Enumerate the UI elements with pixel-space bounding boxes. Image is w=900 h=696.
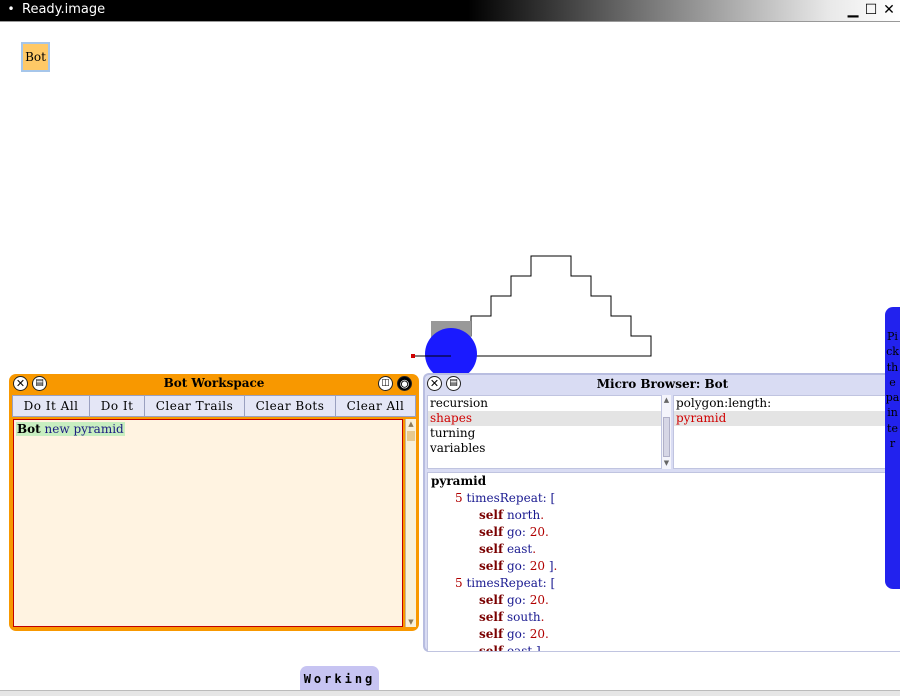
code-bracket: [ bbox=[550, 491, 556, 505]
code-bracket: ] bbox=[532, 644, 541, 652]
code-number: 20 bbox=[529, 525, 546, 539]
scrollbar-thumb[interactable] bbox=[407, 431, 415, 441]
code-self: self bbox=[479, 593, 504, 607]
code-line: self east. bbox=[428, 541, 900, 558]
bot-shadow bbox=[431, 321, 471, 345]
scroll-up-icon[interactable]: ▲ bbox=[407, 420, 415, 428]
method-list: polygon:length: pyramid bbox=[673, 395, 900, 469]
code-message: go: bbox=[506, 627, 526, 641]
code-receiver: Bot bbox=[17, 422, 41, 436]
painter-flap-tab[interactable]: Pick the painter bbox=[885, 307, 900, 589]
code-message: south bbox=[506, 610, 541, 624]
code-period: . bbox=[545, 525, 549, 539]
code-message: timesRepeat: bbox=[466, 491, 547, 505]
code-lines: 5 timesRepeat: [self north. self go: 20. s… bbox=[428, 490, 900, 652]
code-self: self bbox=[479, 610, 504, 624]
method-code-pane[interactable]: pyramid 5 timesRepeat: [self north. self … bbox=[427, 472, 900, 652]
maximize-icon[interactable]: ☐ bbox=[863, 2, 879, 18]
scroll-down-icon[interactable]: ▼ bbox=[407, 618, 415, 626]
workspace-title: Bot Workspace bbox=[163, 376, 265, 390]
bot-workspace-window: ✕ ▤ Bot Workspace ◫ ◉ Do It All Do It Cl… bbox=[9, 374, 419, 631]
code-selector: pyramid bbox=[431, 474, 487, 488]
category-item[interactable]: shapes bbox=[428, 411, 662, 426]
pyramid-trail bbox=[450, 255, 652, 357]
code-message: new bbox=[44, 422, 70, 436]
code-message: go: bbox=[506, 559, 526, 573]
scrollbar-thumb[interactable] bbox=[663, 417, 670, 457]
category-item[interactable]: recursion bbox=[428, 396, 662, 411]
code-message: pyramid bbox=[73, 422, 124, 436]
code-period: . bbox=[540, 610, 545, 624]
code-line: self go: 20. bbox=[428, 524, 900, 541]
scroll-down-icon[interactable]: ▼ bbox=[662, 459, 671, 468]
code-message: go: bbox=[506, 593, 526, 607]
workspace-code: Bot new pyramid bbox=[16, 422, 125, 436]
code-period: . bbox=[532, 542, 537, 556]
code-self: self bbox=[479, 644, 504, 652]
code-line: self go: 20. bbox=[428, 626, 900, 643]
code-self: self bbox=[479, 559, 504, 573]
category-item[interactable]: variables bbox=[428, 441, 662, 456]
close-icon[interactable]: ✕ bbox=[881, 2, 897, 18]
flap-label: Pick the painter bbox=[885, 330, 900, 451]
code-bracket: [ bbox=[550, 576, 556, 590]
code-number: 5 bbox=[455, 491, 463, 505]
code-period: . bbox=[540, 644, 545, 652]
code-line: self go: 20 ]. bbox=[428, 558, 900, 575]
do-it-all-button[interactable]: Do It All bbox=[13, 396, 91, 416]
system-menu-icon[interactable]: • bbox=[4, 1, 18, 19]
code-line: self go: 20. bbox=[428, 592, 900, 609]
method-item[interactable]: pyramid bbox=[674, 411, 900, 426]
clear-all-button[interactable]: Clear All bbox=[336, 396, 415, 416]
category-scrollbar[interactable]: ▲ ▼ bbox=[661, 395, 671, 469]
scroll-up-icon[interactable]: ▲ bbox=[662, 396, 671, 405]
workspace-text-pane[interactable]: Bot new pyramid bbox=[13, 419, 403, 627]
code-self: self bbox=[479, 627, 504, 641]
clear-bots-button[interactable]: Clear Bots bbox=[244, 396, 337, 416]
code-message: timesRepeat: bbox=[466, 576, 547, 590]
code-line: self south. bbox=[428, 609, 900, 626]
code-line: self east ]. bbox=[428, 643, 900, 652]
workspace-toolbar: Do It All Do It Clear Trails Clear Bots … bbox=[12, 395, 416, 417]
code-bracket: ] bbox=[545, 559, 554, 573]
code-line: 5 timesRepeat: [ bbox=[428, 490, 900, 507]
bottom-edge bbox=[0, 690, 900, 696]
micro-browser-window: ✕ ▤ Micro Browser: Bot recursion shapes … bbox=[423, 373, 900, 652]
window-title-bar: • Ready.image ▁ ☐ ✕ bbox=[0, 0, 900, 22]
code-line: 5 timesRepeat: [ bbox=[428, 575, 900, 592]
code-number: 20 bbox=[529, 627, 546, 641]
category-list: recursion shapes turning variables bbox=[427, 395, 663, 469]
code-message: east bbox=[506, 644, 533, 652]
expand-icon[interactable]: ◉ bbox=[397, 376, 412, 391]
workspace-scrollbar[interactable]: ▲ ▼ bbox=[405, 419, 416, 627]
clear-trails-button[interactable]: Clear Trails bbox=[145, 396, 245, 416]
bot-tile[interactable]: Bot bbox=[21, 42, 50, 72]
code-period: . bbox=[540, 508, 545, 522]
window-title: Ready.image bbox=[22, 2, 106, 17]
code-self: self bbox=[479, 525, 504, 539]
do-it-button[interactable]: Do It bbox=[90, 396, 146, 416]
browser-title: Micro Browser: Bot bbox=[596, 377, 729, 391]
code-self: self bbox=[479, 508, 504, 522]
code-period: . bbox=[553, 559, 558, 573]
code-line: self north. bbox=[428, 507, 900, 524]
code-message: go: bbox=[506, 525, 526, 539]
code-message: east bbox=[506, 542, 533, 556]
code-period: . bbox=[545, 593, 549, 607]
bot-pen-marker bbox=[411, 354, 415, 358]
code-message: north bbox=[506, 508, 541, 522]
code-number: 5 bbox=[455, 576, 463, 590]
minimize-icon[interactable]: ▁ bbox=[845, 2, 861, 18]
code-self: self bbox=[479, 542, 504, 556]
code-number: 20 bbox=[529, 559, 546, 573]
collapse-icon[interactable]: ◫ bbox=[378, 376, 393, 391]
method-item[interactable]: polygon:length: bbox=[674, 396, 900, 411]
code-number: 20 bbox=[529, 593, 546, 607]
code-period: . bbox=[545, 627, 549, 641]
category-item[interactable]: turning bbox=[428, 426, 662, 441]
